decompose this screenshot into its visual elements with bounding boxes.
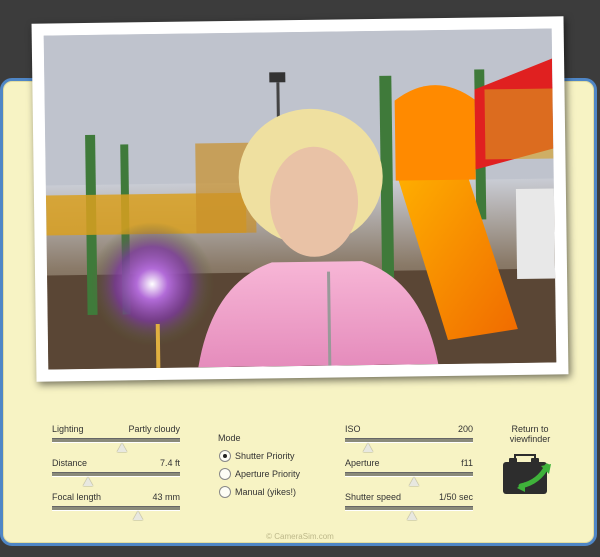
focal-length-thumb[interactable]	[132, 511, 143, 520]
shutter-speed-label: Shutter speed	[345, 492, 402, 502]
photo-frame	[31, 16, 569, 382]
radio-selected-dot	[223, 454, 227, 458]
shutter-speed-thumb[interactable]	[406, 511, 417, 520]
focal-length-label: Focal length	[52, 492, 102, 502]
photo-scene	[43, 28, 557, 370]
distance-thumb[interactable]	[82, 477, 93, 486]
simulated-photo	[43, 28, 557, 370]
aperture-label: Aperture	[345, 458, 380, 468]
iso-thumb[interactable]	[363, 443, 374, 452]
mode-option-label: Shutter Priority	[235, 451, 295, 461]
iso-label: ISO	[345, 424, 361, 434]
radio-shutter-priority[interactable]	[219, 450, 231, 462]
radio-manual[interactable]	[219, 486, 231, 498]
return-to-viewfinder-button[interactable]	[501, 452, 557, 496]
mode-title: Mode	[218, 433, 241, 443]
lighting-label: Lighting	[52, 424, 84, 434]
lighting-track[interactable]	[52, 438, 180, 443]
distance-value: 7.4 ft	[159, 458, 180, 468]
aperture-value: f11	[461, 458, 473, 468]
iso-value: 200	[457, 424, 473, 434]
shutter-speed-value: 1/50 sec	[438, 492, 473, 502]
lighting-value: Partly cloudy	[128, 424, 180, 434]
lighting-thumb[interactable]	[117, 443, 128, 452]
distance-track[interactable]	[52, 472, 180, 477]
focal-length-value: 43 mm	[152, 492, 180, 502]
aperture-thumb[interactable]	[409, 477, 420, 486]
return-to-viewfinder-label[interactable]: Return to viewfinder	[502, 424, 558, 444]
camera-icon	[503, 454, 551, 494]
distance-label: Distance	[52, 458, 88, 468]
mode-option-label: Aperture Priority	[235, 469, 301, 479]
radio-aperture-priority[interactable]	[219, 468, 231, 480]
mode-option-label: Manual (yikes!)	[235, 487, 297, 497]
focal-length-track[interactable]	[52, 506, 180, 511]
footer-copyright: © CameraSim.com	[266, 532, 334, 541]
